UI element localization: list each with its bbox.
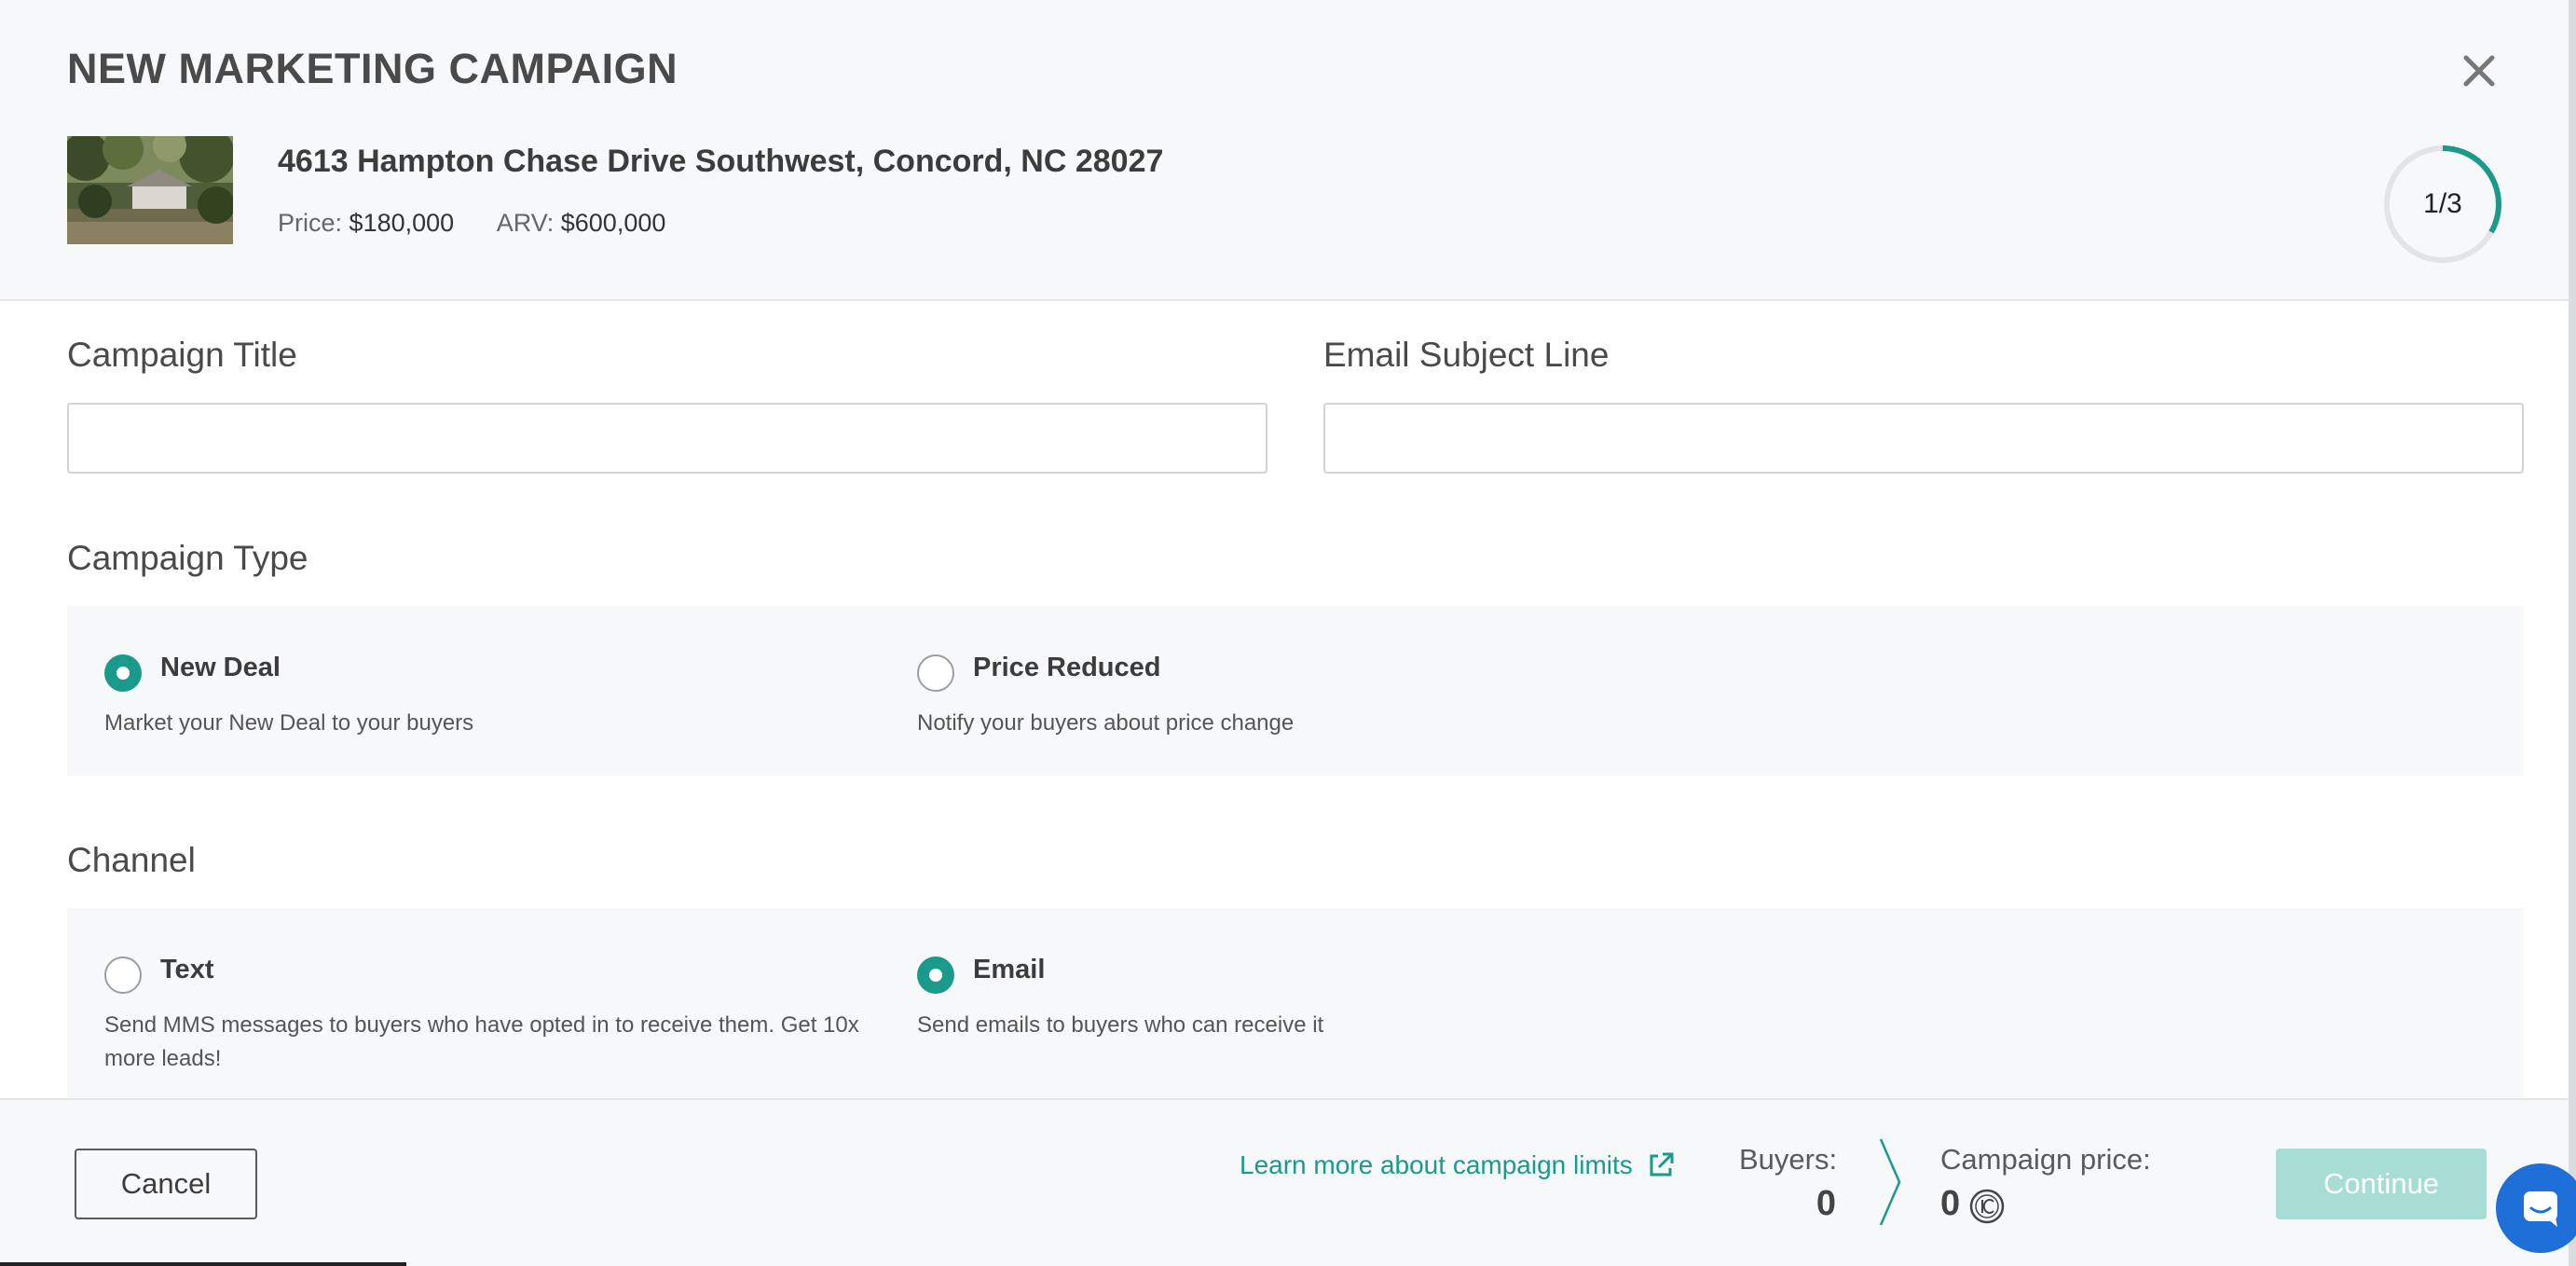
campaign-type-price-reduced[interactable]: Price Reduced Notify your buyers about p… [880,606,1644,776]
option-label: Price Reduced [973,653,1161,682]
option-description: Send emails to buyers who can receive it [917,1012,1324,1038]
option-description: Notify your buyers about price change [917,710,1295,736]
external-link-icon [1650,1152,1674,1177]
email-subject-input[interactable] [1323,403,2524,474]
arv-label: ARV: [496,209,555,237]
campaign-title-label: Campaign Title [67,336,297,374]
chat-icon [2524,1191,2557,1227]
channel-email[interactable]: Email Send emails to buyers who can rece… [880,908,1644,1102]
channel-heading: Channel [67,841,196,879]
property-address: 4613 Hampton Chase Drive Southwest, Conc… [278,144,1164,179]
modal-title: NEW MARKETING CAMPAIGN [67,45,678,92]
scrollbar[interactable] [2569,0,2576,1266]
modal-footer: Cancel Learn more about campaign limits … [0,1098,2569,1266]
step-indicator: 1/3 [2423,188,2462,219]
price-value: $180,000 [349,209,455,237]
property-thumbnail [67,136,233,244]
modal-header: NEW MARKETING CAMPAIGN 4613 Hampton Chas… [0,0,2569,301]
option-label: Email [973,955,1046,984]
email-subject-label: Email Subject Line [1323,336,1610,374]
channel-group: Text Send MMS messages to buyers who hav… [67,908,2524,1102]
step-progress-ring: 1/3 [2382,144,2503,265]
campaign-price-label: Campaign price: [1940,1143,2151,1176]
chat-launcher-button[interactable] [2496,1163,2576,1253]
buyers-label: Buyers: [1739,1143,1838,1176]
divider [0,1262,406,1266]
chevron-right-icon [1879,1138,1901,1226]
cancel-button[interactable]: Cancel [75,1149,257,1219]
property-price-line: Price: $180,000 ARV: $600,000 [278,209,665,238]
channel-text[interactable]: Text Send MMS messages to buyers who hav… [67,908,859,1102]
option-label: Text [160,955,214,984]
campaign-type-radio[interactable] [104,654,142,692]
option-description: Send MMS messages to buyers who have opt… [104,1012,859,1071]
new-campaign-modal: NEW MARKETING CAMPAIGN 4613 Hampton Chas… [0,0,2569,1266]
continue-button[interactable]: Continue [2276,1149,2487,1219]
campaign-title-input[interactable] [67,403,1267,474]
learn-more-label: Learn more about campaign limits [1240,1150,1633,1179]
campaign-type-new-deal[interactable]: New Deal Market your New Deal to your bu… [67,606,831,776]
buyers-count: 0 [1816,1184,1836,1223]
campaign-type-heading: Campaign Type [67,539,308,577]
campaign-type-radio[interactable] [917,654,954,692]
credit-coin-icon [1969,1189,2005,1224]
channel-radio[interactable] [917,956,954,994]
campaign-price-value: 0 [1940,1184,1961,1223]
close-icon [2463,55,2495,87]
option-description: Market your New Deal to your buyers [104,710,474,736]
campaign-type-group: New Deal Market your New Deal to your bu… [67,606,2524,776]
learn-more-link[interactable]: Learn more about campaign limits [1240,1150,1676,1180]
channel-radio[interactable] [104,956,142,994]
close-button[interactable] [2453,45,2505,97]
arv-value: $600,000 [560,209,666,237]
price-label: Price: [278,209,343,237]
option-label: New Deal [160,653,281,682]
